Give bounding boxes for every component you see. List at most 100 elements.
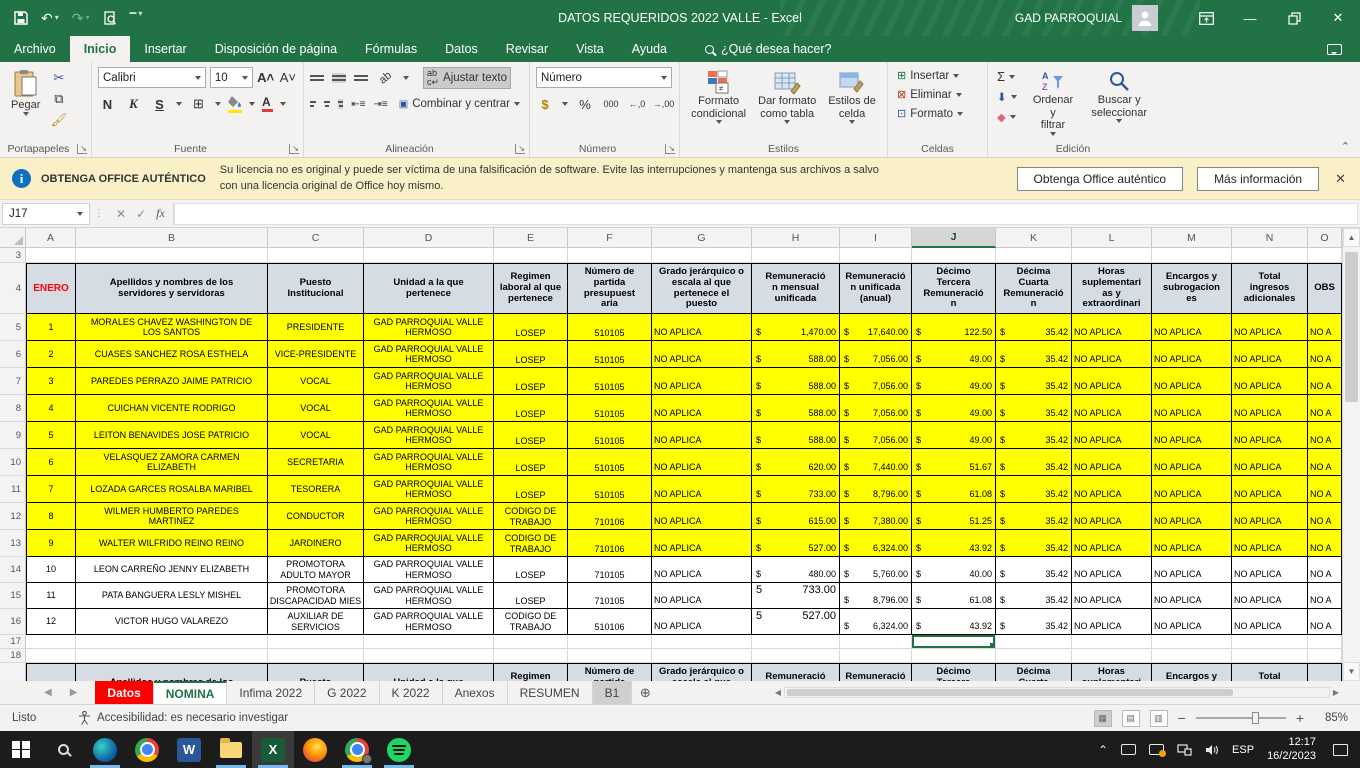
- cell-M13[interactable]: NO APLICA: [1152, 530, 1232, 557]
- cell-I5[interactable]: $17,640.00: [840, 314, 912, 341]
- cell-G15[interactable]: NO APLICA: [652, 583, 752, 609]
- cell-D7[interactable]: GAD PARROQUIAL VALLE HERMOSO: [364, 368, 494, 395]
- cell-B7[interactable]: PAREDES PERRAZO JAIME PATRICIO: [76, 368, 268, 395]
- cell-C8[interactable]: VOCAL: [268, 395, 364, 422]
- cut-icon[interactable]: ✂: [49, 69, 68, 87]
- font-color-icon[interactable]: A: [262, 96, 273, 112]
- cell-F12[interactable]: 710106: [568, 503, 652, 530]
- align-right-icon[interactable]: [338, 99, 344, 109]
- column-header-I[interactable]: I: [840, 228, 912, 248]
- column-header-H[interactable]: H: [752, 228, 840, 248]
- cell-D15[interactable]: GAD PARROQUIAL VALLE HERMOSO: [364, 583, 494, 609]
- cell-J6[interactable]: $49.00: [912, 341, 996, 368]
- align-middle-icon[interactable]: [332, 73, 346, 83]
- cell-G14[interactable]: NO APLICA: [652, 557, 752, 583]
- ribbon-tab-inicio[interactable]: Inicio: [70, 36, 131, 62]
- header-cell-J4[interactable]: Décimo Tercera Remuneració n: [912, 263, 996, 314]
- cell-M18[interactable]: [1152, 649, 1232, 663]
- clear-icon[interactable]: ◆: [994, 109, 1020, 125]
- cell-C15[interactable]: PROMOTORA DISCAPACIDAD MIES: [268, 583, 364, 609]
- cell-A18[interactable]: [26, 649, 76, 663]
- cell-O9[interactable]: NO A: [1308, 422, 1342, 449]
- scroll-up-icon[interactable]: ▲: [1343, 228, 1360, 247]
- cell-J8[interactable]: $49.00: [912, 395, 996, 422]
- cell-L10[interactable]: NO APLICA: [1072, 449, 1152, 476]
- cell-K3[interactable]: [996, 248, 1072, 263]
- cell-E8[interactable]: LOSEP: [494, 395, 568, 422]
- column-header-M[interactable]: M: [1152, 228, 1232, 248]
- cell-H11[interactable]: $733.00: [752, 476, 840, 503]
- word-icon[interactable]: W: [168, 731, 210, 768]
- cell-J11[interactable]: $61.08: [912, 476, 996, 503]
- header-cell-H19[interactable]: Remuneració n mensual unificada: [752, 663, 840, 681]
- cell-G5[interactable]: NO APLICA: [652, 314, 752, 341]
- cell-E9[interactable]: LOSEP: [494, 422, 568, 449]
- wrap-text-button[interactable]: abc↵ Ajustar texto: [423, 67, 511, 89]
- comma-style-icon[interactable]: 000: [602, 95, 620, 113]
- page-break-view-icon[interactable]: ▥: [1150, 710, 1168, 727]
- cell-A7[interactable]: 3: [26, 368, 76, 395]
- collapse-ribbon-icon[interactable]: ⌃: [1341, 140, 1350, 153]
- cell-K12[interactable]: $35.42: [996, 503, 1072, 530]
- align-left-icon[interactable]: [310, 99, 316, 109]
- minimize-button[interactable]: —: [1228, 0, 1272, 36]
- cell-E3[interactable]: [494, 248, 568, 263]
- cell-G13[interactable]: NO APLICA: [652, 530, 752, 557]
- cell-I11[interactable]: $8,796.00: [840, 476, 912, 503]
- cell-J3[interactable]: [912, 248, 996, 263]
- header-cell-G4[interactable]: Grado jerárquico o escala al que pertene…: [652, 263, 752, 314]
- cell-I7[interactable]: $7,056.00: [840, 368, 912, 395]
- cell-B15[interactable]: PATA BANGUERA LESLY MISHEL: [76, 583, 268, 609]
- column-header-N[interactable]: N: [1232, 228, 1308, 248]
- chrome-profile-icon[interactable]: [336, 731, 378, 768]
- row-header-6[interactable]: 6: [0, 341, 26, 368]
- cell-L5[interactable]: NO APLICA: [1072, 314, 1152, 341]
- cell-C12[interactable]: CONDUCTOR: [268, 503, 364, 530]
- cell-B6[interactable]: CUASES SANCHEZ ROSA ESTHELA: [76, 341, 268, 368]
- cell-L15[interactable]: NO APLICA: [1072, 583, 1152, 609]
- cell-J17[interactable]: [912, 635, 996, 649]
- column-header-E[interactable]: E: [494, 228, 568, 248]
- cell-N10[interactable]: NO APLICA: [1232, 449, 1308, 476]
- column-header-K[interactable]: K: [996, 228, 1072, 248]
- cell-K8[interactable]: $35.42: [996, 395, 1072, 422]
- cell-F17[interactable]: [568, 635, 652, 649]
- zoom-level[interactable]: 85%: [1314, 712, 1348, 724]
- cell-F9[interactable]: 510105: [568, 422, 652, 449]
- cell-O16[interactable]: NO A: [1308, 609, 1342, 635]
- cell-O10[interactable]: NO A: [1308, 449, 1342, 476]
- column-header-F[interactable]: F: [568, 228, 652, 248]
- cell-F5[interactable]: 510105: [568, 314, 652, 341]
- accounting-format-icon[interactable]: $: [536, 95, 554, 113]
- header-cell-D19[interactable]: Unidad a la que pertenece: [364, 663, 494, 681]
- ribbon-tab-datos[interactable]: Datos: [431, 36, 492, 62]
- font-name-select[interactable]: Calibri: [98, 67, 206, 88]
- cell-D17[interactable]: [364, 635, 494, 649]
- cell-A5[interactable]: 1: [26, 314, 76, 341]
- scroll-right-icon[interactable]: ▶: [1330, 688, 1342, 697]
- decrease-indent-icon[interactable]: ⇤≡: [351, 95, 365, 113]
- cell-M3[interactable]: [1152, 248, 1232, 263]
- cell-J10[interactable]: $51.67: [912, 449, 996, 476]
- cell-A3[interactable]: [26, 248, 76, 263]
- cell-I12[interactable]: $7,380.00: [840, 503, 912, 530]
- accessibility-status[interactable]: Accesibilidad: es necesario investigar: [78, 711, 288, 725]
- column-header-J[interactable]: J: [912, 228, 996, 248]
- scroll-left-icon[interactable]: ◀: [772, 688, 784, 697]
- cell-E13[interactable]: CODIGO DE TRABAJO: [494, 530, 568, 557]
- header-cell-I19[interactable]: Remuneració n unificada (anual): [840, 663, 912, 681]
- cell-C13[interactable]: JARDINERO: [268, 530, 364, 557]
- cell-A10[interactable]: 6: [26, 449, 76, 476]
- cell-D3[interactable]: [364, 248, 494, 263]
- percent-icon[interactable]: %: [576, 95, 594, 113]
- cell-M9[interactable]: NO APLICA: [1152, 422, 1232, 449]
- tray-expand-icon[interactable]: ⌃: [1098, 743, 1108, 757]
- cell-G3[interactable]: [652, 248, 752, 263]
- header-cell-K19[interactable]: Décima Cuarta Remuneració n: [996, 663, 1072, 681]
- chrome-icon[interactable]: [126, 731, 168, 768]
- cell-A14[interactable]: 10: [26, 557, 76, 583]
- align-bottom-icon[interactable]: [354, 73, 368, 83]
- cell-L8[interactable]: NO APLICA: [1072, 395, 1152, 422]
- cell-N15[interactable]: NO APLICA: [1232, 583, 1308, 609]
- cell-N7[interactable]: NO APLICA: [1232, 368, 1308, 395]
